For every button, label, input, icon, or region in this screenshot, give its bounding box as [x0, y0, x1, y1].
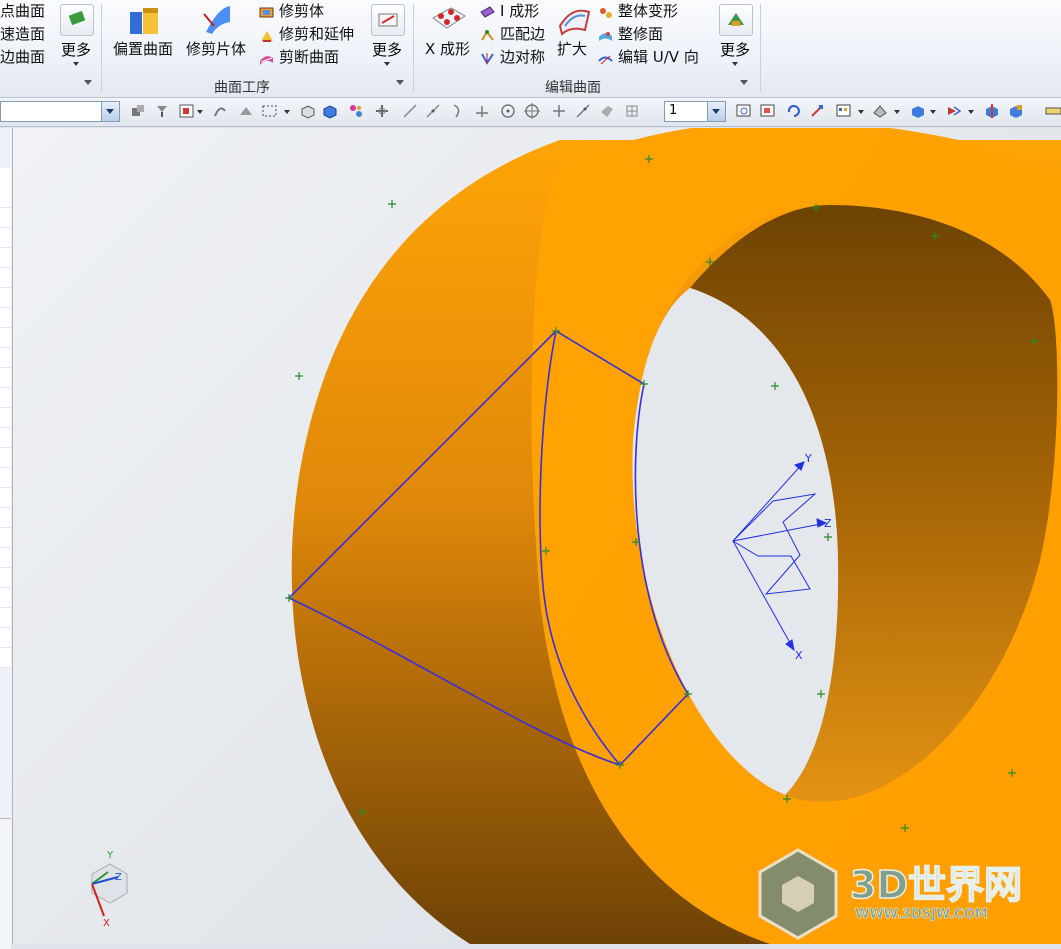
divide-face-button[interactable]: 剪断曲面 [279, 48, 339, 66]
clip-view-icon[interactable] [1008, 103, 1024, 119]
more-button-edit[interactable]: 更多 [717, 4, 753, 70]
edit-uv-button[interactable]: 编辑 U/V 向 [618, 48, 699, 66]
group-label-trim: 曲面工序 [214, 80, 270, 96]
x-form-button[interactable]: X 成形 [425, 40, 470, 58]
watermark-title: 3D世界网 [850, 863, 1022, 907]
chevron-down-icon[interactable] [707, 102, 725, 121]
select-filter-icon[interactable] [154, 103, 170, 119]
face-repair-button[interactable]: 整修面 [618, 25, 663, 43]
x-form-icon[interactable] [431, 4, 467, 40]
group-separator [413, 4, 414, 92]
quadrant-point-icon[interactable] [524, 103, 540, 119]
enlarge-icon[interactable] [557, 4, 591, 40]
trim-extend-icon [261, 31, 273, 42]
orient-view-icon[interactable] [946, 103, 962, 119]
navigator-tab[interactable] [0, 168, 11, 189]
render-style-icon[interactable] [836, 103, 852, 119]
edit-more-icon [728, 13, 744, 26]
trimmed-body-button[interactable]: 修剪体 [279, 2, 324, 20]
rotate-view-icon[interactable] [786, 103, 802, 119]
group-launcher-edit[interactable] [740, 80, 748, 85]
fit-view-icon[interactable] [736, 103, 752, 119]
existing-point-icon[interactable] [551, 103, 567, 119]
wcs-z-label: Z [824, 517, 832, 530]
ribbon-item-edge-surface[interactable]: 边曲面 [0, 48, 45, 66]
resource-bar[interactable] [0, 128, 13, 949]
match-edge-button[interactable]: 匹配边 [500, 25, 545, 43]
i-form-button[interactable]: I 成形 [500, 2, 539, 20]
divide-face-icon [260, 56, 273, 65]
edit-uv-icon [598, 55, 613, 65]
trim-sheet-icon[interactable] [200, 4, 234, 40]
trim-sheet-button[interactable]: 修剪片体 [186, 40, 246, 58]
ribbon: 点曲面 速造面 边曲面 更多 偏置曲面 修剪片体 修剪体 修剪和延伸 剪断曲面 … [0, 0, 1061, 98]
pan-view-icon[interactable] [809, 103, 825, 119]
group-separator [101, 4, 102, 92]
ribbon-item-point-surface[interactable]: 点曲面 [0, 2, 45, 20]
trim-extend-button[interactable]: 修剪和延伸 [279, 25, 354, 43]
zoom-window-icon[interactable] [760, 103, 776, 119]
more-button-trim[interactable]: 更多 [369, 4, 405, 70]
work-layer-value: 1 [669, 103, 678, 118]
point-on-curve-icon[interactable] [575, 103, 591, 119]
snap-point-icon[interactable] [179, 103, 195, 119]
bounded-grid-icon[interactable] [624, 103, 640, 119]
triad-z-label: Z [115, 872, 122, 883]
group-label-edit: 编辑曲面 [545, 80, 601, 96]
control-point-icon[interactable] [450, 103, 466, 119]
ribbon-item-rapid-surface[interactable]: 速造面 [0, 25, 45, 43]
end-point-icon[interactable] [402, 103, 418, 119]
triad-x-label: X [103, 918, 110, 929]
select-solid-icon[interactable] [322, 103, 338, 119]
general-select-filter-icon[interactable] [130, 103, 146, 119]
snap-points-icon[interactable] [348, 103, 364, 119]
i-form-icon [480, 6, 495, 18]
global-shaping-icon [600, 8, 612, 18]
more-button-left[interactable]: 更多 [58, 4, 94, 70]
selection-toolbar: 1 [0, 98, 1061, 127]
offset-surface-icon[interactable] [128, 4, 162, 40]
intersection-point-icon[interactable] [474, 103, 490, 119]
arc-center-icon[interactable] [500, 103, 516, 119]
navigator-list [0, 188, 11, 668]
point-on-face-icon[interactable] [599, 103, 615, 119]
surface-more-icon [68, 10, 86, 26]
group-launcher-trim[interactable] [396, 80, 404, 85]
watermark-url: WWW.3DSJW.COM [855, 907, 988, 922]
shaded-view-icon[interactable] [910, 103, 926, 119]
wcs-y-label: Y [804, 452, 812, 465]
chevron-down-icon[interactable] [101, 102, 119, 121]
snap-grid-icon[interactable] [374, 103, 390, 119]
trimmed-body-icon [259, 7, 274, 18]
measure-icon[interactable] [1045, 103, 1061, 119]
global-shaping-button[interactable]: 整体变形 [618, 2, 678, 20]
edge-symmetry-button[interactable]: 边对称 [500, 48, 545, 66]
section-view-icon[interactable] [984, 103, 1000, 119]
work-layer-combo[interactable]: 1 [664, 101, 726, 122]
surface-edit-more-icon [378, 13, 398, 27]
select-curve-icon[interactable] [212, 103, 228, 119]
wcs-x-label: X [795, 649, 803, 662]
model-view[interactable]: Y Z X Y Z X 3D世界网 WWW.3DSJW.COM [13, 128, 1061, 944]
type-filter-combo[interactable] [0, 101, 120, 122]
group-separator [760, 4, 761, 92]
edge-display-icon[interactable] [872, 103, 888, 119]
enlarge-button[interactable]: 扩大 [557, 40, 587, 58]
match-edge-icon [481, 30, 494, 41]
select-feature-icon[interactable] [238, 103, 254, 119]
select-body-icon[interactable] [300, 103, 316, 119]
graphics-window[interactable]: Y Z X Y Z X 3D世界网 WWW.3DSJW.COM [13, 128, 1061, 944]
edge-symmetry-icon [481, 53, 494, 65]
rectangle-select-icon[interactable] [262, 103, 278, 119]
navigator-lower-panel [0, 818, 11, 949]
offset-surface-button[interactable]: 偏置曲面 [113, 40, 173, 58]
triad-y-label: Y [106, 850, 114, 861]
mid-point-icon[interactable] [425, 103, 441, 119]
face-repair-icon [599, 32, 612, 41]
group-launcher-left[interactable] [84, 80, 92, 85]
